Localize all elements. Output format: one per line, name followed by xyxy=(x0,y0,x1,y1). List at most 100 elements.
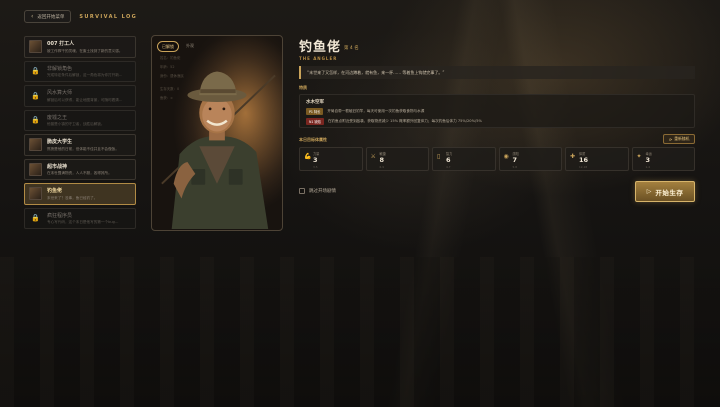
character-quote: “末世来了又怎样，在河边蹲着，就有鱼，来一杯…… 等着鱼上钩就完事了。” xyxy=(299,66,695,79)
tab-unlocked[interactable]: 已解锁 xyxy=(157,41,179,52)
stat-range: 1-4 xyxy=(645,165,651,169)
sidebar-item-desc: 他曾是小镇的守卫者，战胜后解锁。 xyxy=(47,122,105,126)
stat-range: 3-5 xyxy=(313,165,318,169)
sidebar-item-name: 非解锁角色 xyxy=(47,65,73,72)
stat-card: ⚔ 敏捷 8 6-9 xyxy=(365,147,429,171)
character-portrait: 已解锁 外观 姓名：钓鱼佬 年龄：52 身份：退休渔民 生存天数：0 鱼获：∞ xyxy=(151,35,283,231)
stat-card: ✦ 幸运 3 1-4 xyxy=(631,147,695,171)
character-name: 钓鱼佬 xyxy=(299,40,342,55)
sidebar-item-text: 疯狂程序员 专心写代码，这个末日是他写的第一个bug… xyxy=(47,212,119,226)
back-button[interactable]: ‹ 返回开始菜单 xyxy=(24,10,72,23)
sidebar-item[interactable]: 🔒 疯狂程序员 专心写代码，这个末日是他写的第一个bug… xyxy=(24,207,136,229)
sidebar-item-name: 废墟之王 xyxy=(47,114,68,121)
trait-section-label: 特质 xyxy=(299,85,307,90)
lock-icon: 🔒 xyxy=(31,67,40,76)
sidebar-item-text: 废墟之王 他曾是小镇的守卫者，战胜后解锁。 xyxy=(47,114,105,128)
character-thumbnail xyxy=(29,40,42,54)
lock-icon: 🔒 xyxy=(31,91,40,100)
sidebar-item[interactable]: 🔒 废墟之王 他曾是小镇的守卫者，战胜后解锁。 xyxy=(24,109,136,131)
page-title: SURVIVAL LOG xyxy=(79,13,138,20)
stat-range: 4-7 xyxy=(446,165,451,169)
character-number: 第 4 名 xyxy=(344,46,359,51)
start-survival-label: 开始生存 xyxy=(655,188,684,197)
sidebar-item-text: 钓鱼佬 末世来了？没事，鱼已经钓了。 xyxy=(47,187,97,201)
positive-tag: P1 特长 xyxy=(306,108,324,115)
portrait-note: 生存天数：0 xyxy=(160,87,180,91)
stat-value: 16 xyxy=(579,156,589,164)
sidebar-item-text: 风水算大师 解锁后可以获得，能让地图背景，可随时看清… xyxy=(47,89,122,103)
stat-value: 3 xyxy=(645,156,651,164)
sidebar-item-name: 007 打工人 xyxy=(47,41,75,47)
character-thumbnail xyxy=(29,162,42,176)
sidebar-item-desc: 在末世囤满物资，人人不服，各得其所。 xyxy=(47,171,112,175)
portrait-notes: 姓名：钓鱼佬 年龄：52 身份：退休渔民 生存天数：0 鱼获：∞ xyxy=(160,55,184,100)
tab-appearance[interactable]: 外观 xyxy=(182,41,198,52)
portrait-tabs: 已解锁 外观 xyxy=(157,41,198,52)
lock-icon: 🔒 xyxy=(31,116,40,125)
positive-text: 开局自带一根破旧钓竿，每天可使用一次钓鱼获取食物与水源 xyxy=(327,109,425,113)
skip-intro-label: 跳过开场剧情 xyxy=(309,189,336,194)
sidebar-item-desc: 被工作榨干的灵魂，在废土找到了新的意义感。 xyxy=(47,48,123,53)
sidebar-item-desc: 完成特定条件后解锁，这一角色将为你打开新… xyxy=(47,73,123,77)
sidebar-item-text: 007 打工人 被工作榨干的灵魂，在废土找到了新的意义感。 xyxy=(47,40,122,54)
skip-intro-checkbox[interactable] xyxy=(299,188,305,194)
sidebar-item-desc: 末世来了？没事，鱼已经钓了。 xyxy=(47,195,98,200)
stat-card: 💪 力量 3 3-5 xyxy=(299,147,363,171)
stat-value: 7 xyxy=(512,156,518,164)
background-floor xyxy=(0,257,720,407)
play-icon: ▷ xyxy=(646,188,652,195)
lock-icon: 🔒 xyxy=(31,214,40,223)
sidebar-item-name: 钓鱼佬 xyxy=(47,188,63,194)
trait-positive: P1 特长 开局自带一根破旧钓竿，每天可使用一次钓鱼获取食物与水源 xyxy=(306,108,688,115)
sidebar-item-text: 脆皮大学生 熬夜是他的日常，但体能不佳并且不会做饭。 xyxy=(47,138,119,152)
top-bar: ‹ 返回开始菜单 SURVIVAL LOG xyxy=(24,10,137,23)
knife-icon: ⚔ xyxy=(370,153,376,160)
refresh-icon: ⟳ xyxy=(669,136,673,142)
reroll-button[interactable]: ⟳ 重新随机 xyxy=(663,134,696,144)
start-survival-button[interactable]: ▷ 开始生存 xyxy=(635,181,695,202)
reroll-label: 重新随机 xyxy=(674,136,690,141)
character-thumbnail xyxy=(29,138,42,152)
heart-icon: ✚ xyxy=(570,153,576,160)
attribute-stats: 💪 力量 3 3-5 ⚔ 敏捷 8 6-9 ▯ 智力 6 4-7 ◉ 感知 7 5-8 ✚ 体质 16 12-18 ✦ 幸… xyxy=(299,147,695,171)
chevron-left-icon: ‹ xyxy=(31,13,34,20)
trait-title: 水木空军 xyxy=(306,100,324,105)
book-icon: ▯ xyxy=(437,153,441,160)
sidebar-item[interactable]: 脆皮大学生 熬夜是他的日常，但体能不佳并且不会做饭。 xyxy=(24,134,136,156)
stat-value: 3 xyxy=(313,156,318,164)
skip-intro-option[interactable]: 跳过开场剧情 xyxy=(299,188,336,194)
sidebar-item-desc: 专心写代码，这个末日是他写的第一个bug… xyxy=(47,220,119,224)
trait-panel: 水木空军 P1 特长 开局自带一根破旧钓竿，每天可使用一次钓鱼获取食物与水源 N… xyxy=(299,94,695,128)
stat-value: 8 xyxy=(379,156,385,164)
portrait-note: 年龄：52 xyxy=(160,65,175,69)
portrait-note: 身份：退休渔民 xyxy=(160,74,184,78)
sidebar-item-text: 非解锁角色 完成特定条件后解锁，这一角色将为你打开新… xyxy=(47,65,122,79)
character-thumbnail xyxy=(29,187,42,201)
portrait-note: 鱼获：∞ xyxy=(160,96,173,100)
sidebar-item-name: 脆皮大学生 xyxy=(47,139,73,145)
negative-tag: N1 缺陷 xyxy=(306,118,324,125)
sidebar-item-name: 风水算大师 xyxy=(47,90,73,96)
sidebar-item[interactable]: 超市战神 在末世囤满物资，人人不服，各得其所。 xyxy=(24,158,136,180)
stat-card: ◉ 感知 7 5-8 xyxy=(498,147,562,171)
sidebar-item-desc: 熬夜是他的日常，但体能不佳并且不会做饭。 xyxy=(47,146,119,151)
eye-icon: ◉ xyxy=(503,153,509,160)
sidebar-item[interactable]: 007 打工人 被工作榨干的灵魂，在废土找到了新的意义感。 xyxy=(24,36,136,58)
sidebar-item[interactable]: 钓鱼佬 末世来了？没事，鱼已经钓了。 xyxy=(24,183,136,205)
sidebar-item[interactable]: 🔒 风水算大师 解锁后可以获得，能让地图背景，可随时看清… xyxy=(24,85,136,107)
stat-card: ✚ 体质 16 12-18 xyxy=(565,147,629,171)
sidebar-item[interactable]: 🔒 非解锁角色 完成特定条件后解锁，这一角色将为你打开新… xyxy=(24,60,136,82)
stat-range: 6-9 xyxy=(379,165,385,169)
trait-negative: N1 缺陷 在钓鱼点附近受到敌袭，获取物资减少 15% 概率额外回复体力；每次钓… xyxy=(306,118,688,125)
arm-icon: 💪 xyxy=(304,153,312,160)
portrait-note: 姓名：钓鱼佬 xyxy=(160,56,181,60)
sidebar-item-desc: 解锁后可以获得，能让地图背景，可随时看清… xyxy=(47,97,123,102)
stat-range: 5-8 xyxy=(512,165,518,169)
sidebar-item-name: 超市战神 xyxy=(47,163,68,170)
sidebar-item-name: 疯狂程序员 xyxy=(47,212,73,219)
character-english-name: THE ANGLER xyxy=(299,56,338,61)
stat-range: 12-18 xyxy=(579,165,588,169)
attributes-header: 本日目标体属性 xyxy=(299,137,327,142)
character-list: 007 打工人 被工作榨干的灵魂，在废土找到了新的意义感。 🔒 非解锁角色 完成特定条件… xyxy=(24,36,136,229)
stat-card: ▯ 智力 6 4-7 xyxy=(432,147,496,171)
